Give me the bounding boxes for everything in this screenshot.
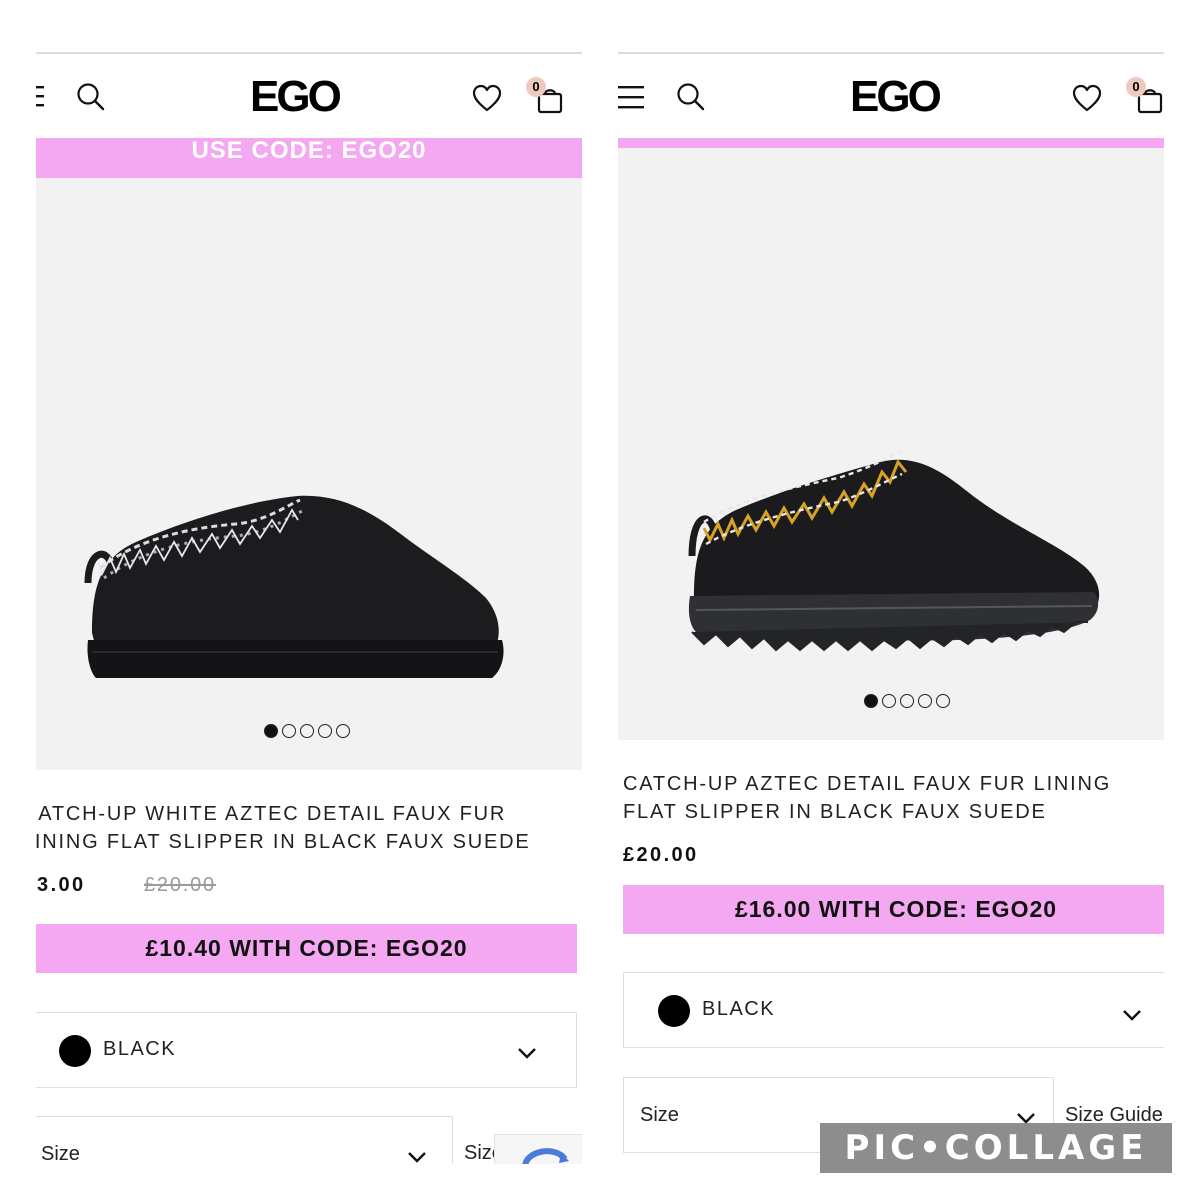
bag-count-badge: 0 bbox=[526, 77, 546, 97]
original-price: £20.00 bbox=[144, 874, 216, 896]
top-divider bbox=[618, 52, 1164, 54]
color-select[interactable]: BLACK bbox=[36, 1012, 577, 1088]
product-title-line-2: LINING FLAT SLIPPER IN BLACK FAUX SUEDE bbox=[36, 831, 531, 853]
carousel-dot[interactable] bbox=[936, 694, 950, 708]
carousel-dot[interactable] bbox=[882, 694, 896, 708]
size-select[interactable]: Size bbox=[36, 1116, 453, 1164]
chevron-down-icon bbox=[1123, 1010, 1141, 1021]
carousel-dot[interactable] bbox=[318, 724, 332, 738]
discount-code-text: £16.00 WITH CODE: EGO20 bbox=[734, 896, 1058, 922]
color-swatch bbox=[59, 1035, 91, 1067]
search-icon[interactable] bbox=[76, 82, 106, 112]
recaptcha-badge[interactable] bbox=[494, 1134, 582, 1164]
size-label: Size bbox=[41, 1143, 80, 1164]
carousel-dots[interactable] bbox=[264, 724, 350, 738]
menu-icon[interactable] bbox=[618, 84, 644, 110]
promo-strip[interactable] bbox=[618, 138, 1164, 148]
carousel-dot[interactable] bbox=[264, 724, 278, 738]
product-title-line-1: CATCH-UP AZTEC DETAIL FAUX FUR LINING bbox=[623, 773, 1112, 795]
chevron-down-icon bbox=[518, 1048, 536, 1059]
carousel-dot[interactable] bbox=[336, 724, 350, 738]
heart-icon[interactable] bbox=[472, 84, 502, 112]
carousel-dot[interactable] bbox=[300, 724, 314, 738]
recaptcha-icon bbox=[522, 1148, 569, 1164]
carousel-dot[interactable] bbox=[900, 694, 914, 708]
promo-strip[interactable]: USE CODE: EGO20 bbox=[36, 137, 582, 178]
slipper-image bbox=[84, 495, 504, 678]
promo-strip-text: USE CODE: EGO20 bbox=[191, 137, 427, 164]
carousel-dots[interactable] bbox=[864, 694, 950, 708]
sale-price: £13.00 bbox=[36, 874, 86, 896]
discount-code-text: £10.40 WITH CODE: EGO20 bbox=[145, 935, 468, 961]
color-value: BLACK bbox=[103, 1038, 177, 1060]
carousel-dot[interactable] bbox=[864, 694, 878, 708]
color-value: BLACK bbox=[702, 998, 776, 1020]
color-select[interactable]: BLACK bbox=[623, 972, 1164, 1048]
product-title-line-1: CATCH-UP WHITE AZTEC DETAIL FAUX FUR bbox=[36, 803, 507, 825]
screenshot-left: EGO 0 USE CODE: EGO20 CATCH-UP WHITE AZT… bbox=[36, 0, 582, 1164]
brand-logo[interactable]: EGO bbox=[250, 72, 342, 122]
pic-collage-watermark: PIC•COLLAGE bbox=[820, 1123, 1172, 1173]
color-swatch bbox=[658, 995, 690, 1027]
bag-count-badge: 0 bbox=[1126, 77, 1146, 97]
menu-icon[interactable] bbox=[36, 84, 46, 108]
search-icon[interactable] bbox=[676, 82, 706, 112]
price: £20.00 bbox=[623, 844, 699, 866]
discount-code-banner: £10.40 WITH CODE: EGO20 bbox=[36, 924, 577, 973]
carousel-dot[interactable] bbox=[918, 694, 932, 708]
chevron-down-icon bbox=[408, 1152, 426, 1163]
product-title-line-2: FLAT SLIPPER IN BLACK FAUX SUEDE bbox=[623, 801, 1047, 823]
size-label: Size bbox=[640, 1104, 679, 1126]
product-image[interactable] bbox=[618, 148, 1164, 740]
brand-logo[interactable]: EGO bbox=[850, 72, 942, 122]
product-image[interactable] bbox=[36, 178, 582, 770]
top-divider bbox=[36, 52, 582, 54]
discount-code-banner: £16.00 WITH CODE: EGO20 bbox=[623, 885, 1164, 934]
slipper-image bbox=[688, 450, 1100, 652]
screenshot-right: EGO 0 CATCH-UP AZTEC DETAIL FAUX FUR LIN… bbox=[618, 0, 1164, 1164]
heart-icon[interactable] bbox=[1072, 84, 1102, 112]
carousel-dot[interactable] bbox=[282, 724, 296, 738]
